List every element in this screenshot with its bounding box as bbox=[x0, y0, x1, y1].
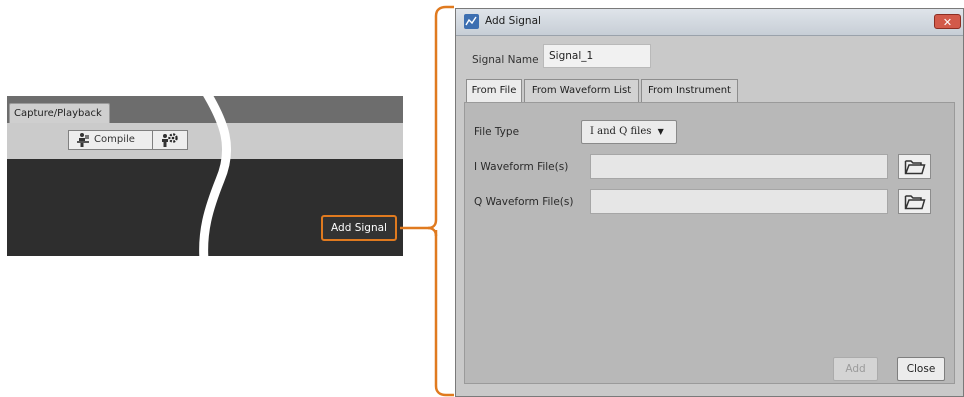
signal-name-input[interactable]: Signal_1 bbox=[543, 44, 651, 68]
settings-button[interactable] bbox=[152, 130, 188, 150]
file-type-value: I and Q files bbox=[590, 126, 652, 137]
q-waveform-input[interactable] bbox=[590, 189, 888, 214]
add-signal-dialog: Add Signal ✕ Signal Name Signal_1 From F… bbox=[455, 8, 964, 397]
q-waveform-label: Q Waveform File(s) bbox=[474, 196, 574, 208]
app-icon bbox=[464, 14, 479, 29]
i-waveform-browse-button[interactable] bbox=[898, 154, 931, 179]
q-waveform-browse-button[interactable] bbox=[898, 189, 931, 214]
callout-bracket bbox=[400, 5, 454, 397]
chevron-down-icon: ▼ bbox=[657, 127, 664, 136]
tab-capture-playback[interactable]: Capture/Playback bbox=[9, 103, 110, 123]
tab-from-waveform-list[interactable]: From Waveform List bbox=[524, 79, 639, 103]
tab-from-instrument[interactable]: From Instrument bbox=[641, 79, 738, 103]
compile-button[interactable]: Compile bbox=[68, 130, 153, 150]
signal-name-label: Signal Name bbox=[472, 54, 539, 66]
tab-from-file[interactable]: From File bbox=[466, 79, 522, 104]
file-type-label: File Type bbox=[474, 126, 520, 138]
file-type-dropdown[interactable]: I and Q files ▼ bbox=[581, 120, 677, 144]
add-signal-button[interactable]: Add Signal bbox=[321, 215, 397, 241]
dialog-titlebar: Add Signal ✕ bbox=[456, 9, 963, 36]
compile-label: Compile bbox=[94, 134, 135, 145]
dialog-title: Add Signal bbox=[485, 15, 541, 27]
close-x-icon[interactable]: ✕ bbox=[934, 14, 961, 29]
gear-settings-icon bbox=[162, 133, 178, 147]
from-file-panel bbox=[464, 102, 955, 384]
folder-open-icon bbox=[904, 195, 926, 210]
close-button[interactable]: Close bbox=[897, 357, 945, 381]
folder-open-icon bbox=[904, 160, 926, 175]
section-divider bbox=[199, 92, 232, 260]
i-waveform-label: I Waveform File(s) bbox=[474, 161, 569, 173]
compile-person-icon bbox=[77, 133, 89, 147]
add-button[interactable]: Add bbox=[833, 357, 878, 381]
i-waveform-input[interactable] bbox=[590, 154, 888, 179]
